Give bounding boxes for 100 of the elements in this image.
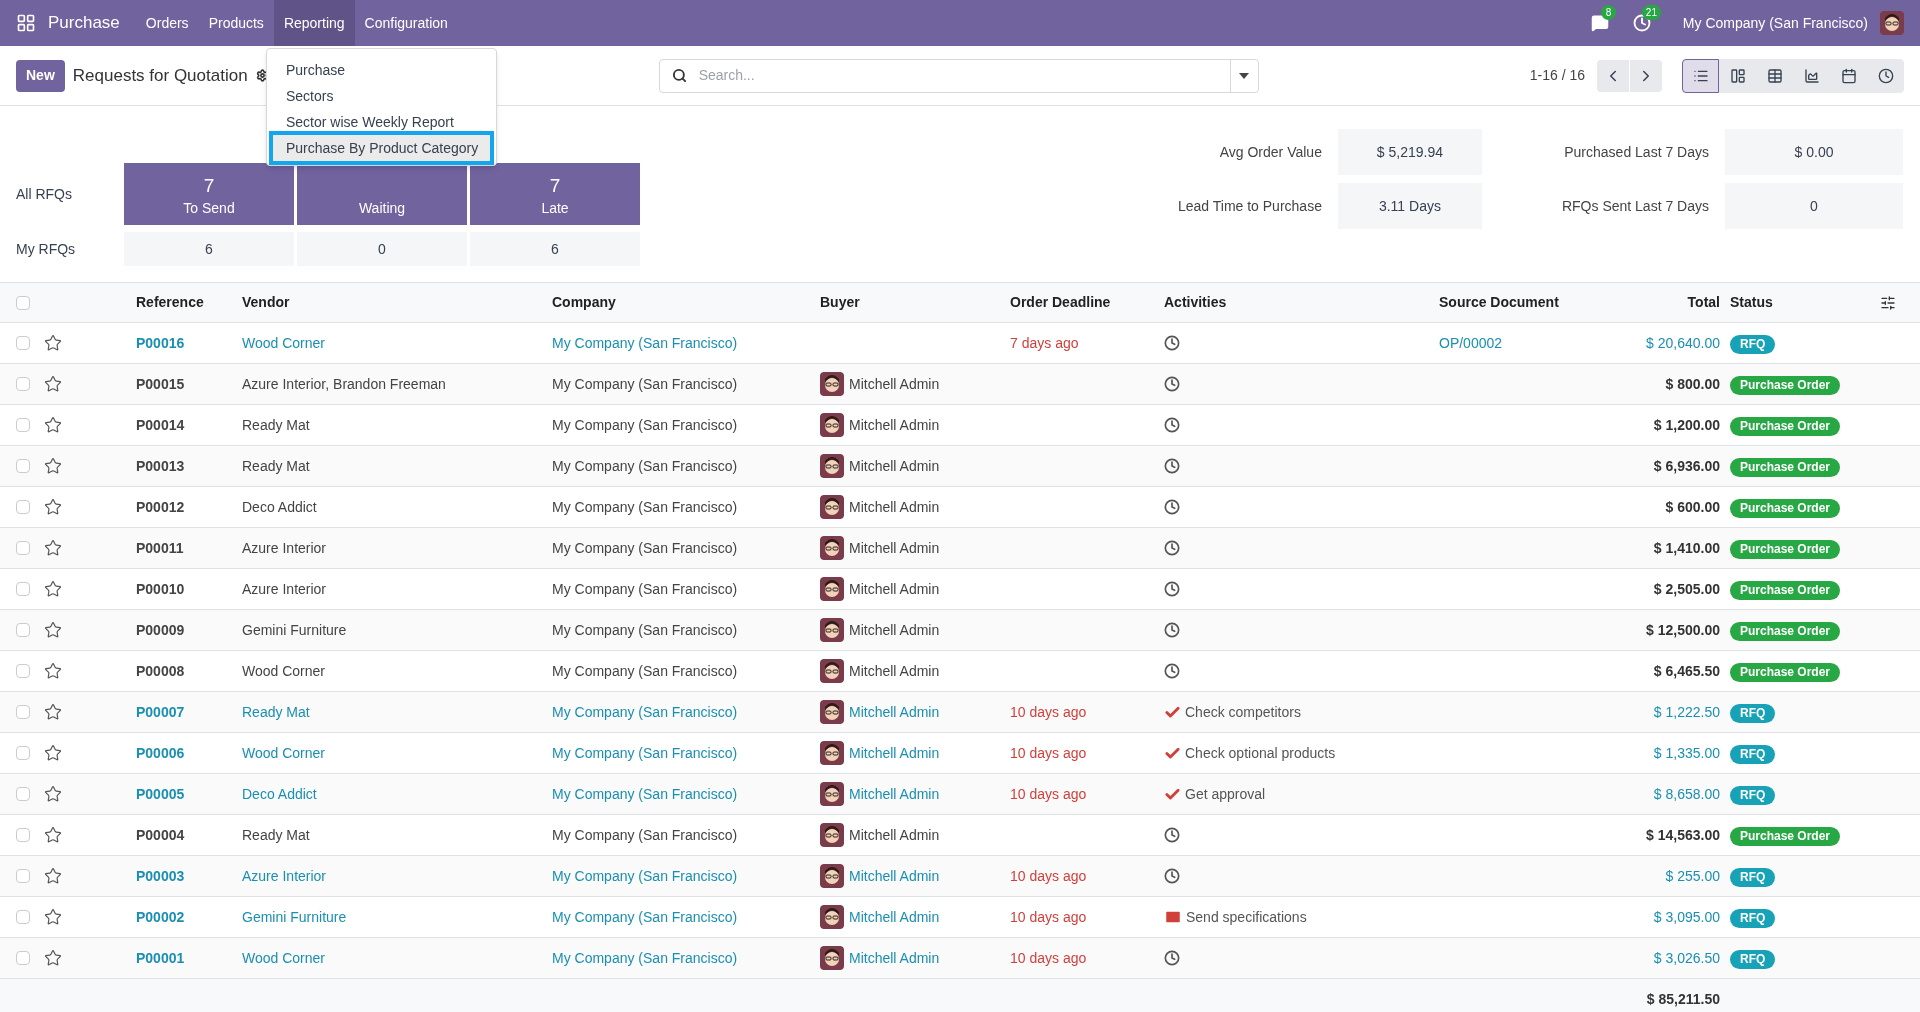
deadline-cell: 10 days ago bbox=[1010, 703, 1087, 720]
new-button[interactable]: New bbox=[16, 59, 65, 92]
order-row[interactable]: P00007 Ready Mat My Company (San Francisco) Mitchell Admin 10 days ago Check competitors $ 1,222.50 RFQ bbox=[0, 692, 1920, 733]
order-row[interactable]: P00015 Azure Interior, Brandon Freeman My Company (San Francisco) Mitchell Admin $ 800.00 Purchase Order bbox=[0, 364, 1920, 405]
gear-icon[interactable] bbox=[255, 69, 269, 82]
row-checkbox[interactable] bbox=[16, 336, 30, 350]
order-row[interactable]: P00013 Ready Mat My Company (San Francisco) Mitchell Admin $ 6,936.00 Purchase Order bbox=[0, 446, 1920, 487]
rfq-stat-card[interactable]: Waiting bbox=[297, 163, 467, 225]
search-input[interactable]: Search... bbox=[698, 65, 1230, 86]
star-icon[interactable] bbox=[44, 334, 62, 352]
star-icon[interactable] bbox=[44, 498, 62, 516]
column-header[interactable]: Activities bbox=[1164, 292, 1439, 313]
clock-icon[interactable] bbox=[1164, 458, 1180, 474]
clock-icon[interactable] bbox=[1164, 417, 1180, 433]
rfq-stat-card[interactable]: 7 To Send bbox=[124, 163, 294, 225]
row-checkbox[interactable] bbox=[16, 787, 30, 801]
my-rfq-count[interactable]: 6 bbox=[124, 232, 294, 266]
dropdown-menu-item[interactable]: Sector wise Weekly Report bbox=[273, 109, 490, 135]
status-badge: RFQ bbox=[1730, 908, 1776, 928]
star-icon[interactable] bbox=[44, 949, 62, 967]
star-icon[interactable] bbox=[44, 580, 62, 598]
order-row[interactable]: P00009 Gemini Furniture My Company (San Francisco) Mitchell Admin $ 12,500.00 Purchase Order bbox=[0, 610, 1920, 651]
rfq-stat-card[interactable]: 7 Late bbox=[470, 163, 640, 225]
clock-icon[interactable] bbox=[1164, 499, 1180, 515]
pager-value[interactable]: 1-16 / 16 bbox=[1529, 65, 1585, 86]
company-cell-text: My Company (San Francisco) bbox=[552, 374, 739, 394]
row-checkbox[interactable] bbox=[16, 664, 30, 678]
row-checkbox[interactable] bbox=[16, 828, 30, 842]
calendar-icon bbox=[1840, 67, 1857, 84]
column-settings-icon[interactable] bbox=[1880, 294, 1896, 311]
view-switch-button[interactable] bbox=[1682, 58, 1719, 93]
nav-menu-item[interactable]: Orders bbox=[135, 0, 199, 46]
star-icon[interactable] bbox=[44, 621, 62, 639]
clock-icon[interactable] bbox=[1164, 622, 1180, 638]
star-icon[interactable] bbox=[44, 908, 62, 926]
clock-icon[interactable] bbox=[1164, 868, 1180, 884]
star-icon[interactable] bbox=[44, 539, 62, 557]
row-checkbox[interactable] bbox=[16, 623, 30, 637]
status-badge: Purchase Order bbox=[1730, 662, 1841, 682]
star-icon[interactable] bbox=[44, 416, 62, 434]
clock-icon[interactable] bbox=[1164, 827, 1180, 843]
avatar-icon bbox=[820, 577, 844, 601]
star-icon[interactable] bbox=[44, 826, 62, 844]
dropdown-menu-item[interactable]: Purchase bbox=[273, 57, 490, 83]
order-row[interactable]: P00001 Wood Corner My Company (San Francisco) Mitchell Admin 10 days ago $ 3,026.50 RFQ bbox=[0, 938, 1920, 979]
column-header[interactable]: Company bbox=[552, 292, 820, 313]
row-checkbox[interactable] bbox=[16, 459, 30, 473]
star-icon[interactable] bbox=[44, 457, 62, 475]
avatar-icon bbox=[820, 700, 844, 724]
star-icon[interactable] bbox=[44, 375, 62, 393]
select-all-checkbox[interactable] bbox=[16, 295, 30, 310]
column-header[interactable]: Order Deadline bbox=[1010, 292, 1164, 313]
row-checkbox[interactable] bbox=[16, 418, 30, 432]
total-cell-text: $ 255.00 bbox=[1664, 866, 1720, 886]
search-field[interactable]: Search... bbox=[658, 58, 1259, 93]
total-cell-text: $ 1,410.00 bbox=[1652, 538, 1720, 558]
row-checkbox[interactable] bbox=[16, 869, 30, 883]
deadline-cell: 10 days ago bbox=[1010, 949, 1087, 966]
order-row[interactable]: P00005 Deco Addict My Company (San Francisco) Mitchell Admin 10 days ago Get approval $ 8,658.00 RFQ bbox=[0, 774, 1920, 815]
order-row[interactable]: P00011 Azure Interior My Company (San Francisco) Mitchell Admin $ 1,410.00 Purchase Order bbox=[0, 528, 1920, 569]
company-switcher[interactable]: My Company (San Francisco) bbox=[1682, 12, 1868, 34]
row-checkbox[interactable] bbox=[16, 582, 30, 596]
row-checkbox[interactable] bbox=[16, 705, 30, 719]
clock-icon[interactable] bbox=[1164, 663, 1180, 679]
star-icon[interactable] bbox=[44, 785, 62, 803]
row-checkbox[interactable] bbox=[16, 910, 30, 924]
vendor-cell-text: Deco Addict bbox=[242, 497, 318, 517]
column-header[interactable]: Reference bbox=[136, 292, 242, 313]
my-rfq-count[interactable]: 0 bbox=[297, 232, 467, 266]
column-header[interactable]: Vendor bbox=[242, 292, 552, 313]
order-row[interactable]: P00003 Azure Interior My Company (San Francisco) Mitchell Admin 10 days ago $ 255.00 RFQ bbox=[0, 856, 1920, 897]
row-checkbox[interactable] bbox=[16, 541, 30, 555]
app-name[interactable]: Purchase bbox=[48, 10, 120, 36]
clock-icon[interactable] bbox=[1164, 335, 1180, 351]
star-icon[interactable] bbox=[44, 703, 62, 721]
clock-icon[interactable] bbox=[1164, 376, 1180, 392]
clock-icon[interactable] bbox=[1164, 950, 1180, 966]
my-rfq-count[interactable]: 6 bbox=[470, 232, 640, 266]
status-badge: Purchase Order bbox=[1730, 416, 1841, 436]
column-header[interactable]: Total bbox=[1579, 292, 1720, 313]
clock-icon[interactable] bbox=[1164, 540, 1180, 556]
row-checkbox[interactable] bbox=[16, 500, 30, 514]
star-icon[interactable] bbox=[44, 744, 62, 762]
row-checkbox[interactable] bbox=[16, 951, 30, 965]
star-icon[interactable] bbox=[44, 662, 62, 680]
nav-menu-item[interactable]: Products bbox=[198, 0, 274, 46]
column-header[interactable]: Buyer bbox=[820, 292, 1010, 313]
caret-icon[interactable] bbox=[1239, 72, 1250, 79]
apps-menu-icon[interactable] bbox=[16, 13, 36, 33]
column-header[interactable]: Source Document bbox=[1439, 292, 1579, 313]
star-icon[interactable] bbox=[44, 867, 62, 885]
column-header[interactable]: Status bbox=[1720, 292, 1880, 313]
nav-menu-item[interactable]: Reporting bbox=[273, 0, 355, 46]
row-checkbox[interactable] bbox=[16, 377, 30, 391]
nav-menu-item[interactable]: Configuration bbox=[354, 0, 458, 46]
row-checkbox[interactable] bbox=[16, 746, 30, 760]
status-badge: RFQ bbox=[1730, 949, 1776, 969]
clock-icon[interactable] bbox=[1164, 581, 1180, 597]
dropdown-menu-item[interactable]: Sectors bbox=[273, 83, 490, 109]
chat-icon[interactable] bbox=[1590, 14, 1609, 32]
